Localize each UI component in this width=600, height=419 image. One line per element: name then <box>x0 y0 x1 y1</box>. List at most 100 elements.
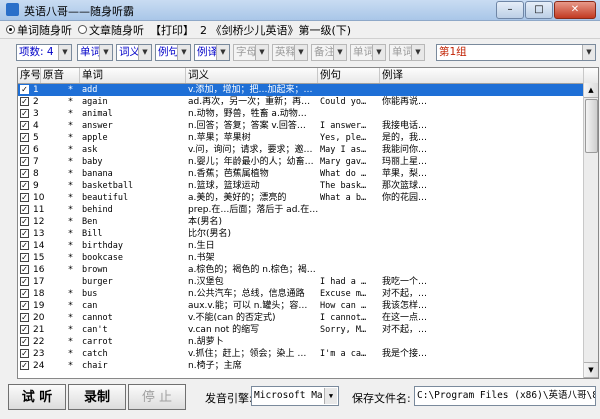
scroll-down-icon[interactable]: ▼ <box>584 362 598 378</box>
row-checkbox[interactable]: ✓ <box>20 277 29 286</box>
row-checkbox[interactable]: ✓ <box>20 85 29 94</box>
table-row[interactable]: ✓ 9 * basketball n.篮球，篮球运动 The bask… 那次篮球… <box>18 180 598 192</box>
article-mode-radio[interactable]: 文章随身听 <box>78 22 144 38</box>
column-select-5[interactable]: 字母 ▼ <box>233 44 269 61</box>
row-audio-mark: * <box>68 85 73 95</box>
row-example: Could yo… <box>320 97 367 107</box>
header-example[interactable]: 例句 <box>318 68 380 83</box>
row-checkbox[interactable]: ✓ <box>20 145 29 154</box>
table-row[interactable]: ✓ 19 * can aux.v.能；可以 n.罐头；容… How can … 我该怎样… <box>18 300 598 312</box>
row-checkbox[interactable]: ✓ <box>20 361 29 370</box>
row-checkbox[interactable]: ✓ <box>20 217 29 226</box>
table-row[interactable]: ✓ 7 * baby n.婴儿；年龄最小的人；幼畜… Mary gav… 玛丽上星… <box>18 156 598 168</box>
table-row[interactable]: ✓ 13 * Bill 比尔(男名) <box>18 228 598 240</box>
row-word: add <box>82 85 98 95</box>
row-index: 14 <box>33 241 45 251</box>
row-checkbox[interactable]: ✓ <box>20 337 29 346</box>
column-select-9-value: 单词 <box>392 46 413 58</box>
table-row[interactable]: ✓ 17 burger n.汉堡包 I had a … 我吃一个… <box>18 276 598 288</box>
row-checkbox[interactable]: ✓ <box>20 349 29 358</box>
row-example-translation <box>380 228 440 240</box>
listen-button[interactable]: 试 听 <box>8 384 66 410</box>
item-count-select[interactable]: 项数: 4 ▼ <box>16 44 72 61</box>
header-meaning[interactable]: 词义 <box>186 68 318 83</box>
column-select-3[interactable]: 例句 ▼ <box>155 44 191 61</box>
column-select-5-value: 字母 <box>236 46 257 58</box>
save-filename-input[interactable]: C:\Program Files (x86)\英语八哥\8gefile <box>414 386 596 406</box>
stop-button[interactable]: 停 止 <box>128 384 186 410</box>
record-button[interactable]: 录制 <box>68 384 126 410</box>
header-index[interactable]: 序号 <box>18 68 41 83</box>
maximize-button[interactable]: □ <box>525 1 553 19</box>
column-select-7[interactable]: 备注 ▼ <box>311 44 347 61</box>
row-checkbox[interactable]: ✓ <box>20 133 29 142</box>
row-checkbox[interactable]: ✓ <box>20 169 29 178</box>
row-checkbox[interactable]: ✓ <box>20 121 29 130</box>
print-menu[interactable]: 【打印】 <box>150 22 194 38</box>
scroll-up-icon[interactable]: ▲ <box>584 83 598 98</box>
row-checkbox[interactable]: ✓ <box>20 289 29 298</box>
row-checkbox[interactable]: ✓ <box>20 157 29 166</box>
column-select-9[interactable]: 单词 ▼ <box>389 44 425 61</box>
word-mode-radio[interactable]: 单词随身听 <box>6 22 72 38</box>
chevron-down-icon: ▼ <box>411 45 424 60</box>
table-row[interactable]: ✓ 22 * carrot n.胡萝卜 <box>18 336 598 348</box>
row-word: again <box>82 97 108 107</box>
table-row[interactable]: ✓ 3 * animal n.动物，野兽，牲畜 a.动物… <box>18 108 598 120</box>
table-row[interactable]: ✓ 21 * can't v.can not 的缩写 Sorry, M… 对不起，… <box>18 324 598 336</box>
table-row[interactable]: ✓ 15 * bookcase n.书架 <box>18 252 598 264</box>
table-row[interactable]: ✓ 8 * banana n.香蕉；芭蕉属植物 What do … 苹果，梨… <box>18 168 598 180</box>
scroll-thumb[interactable] <box>585 99 598 153</box>
table-row[interactable]: ✓ 23 * catch v.抓住；赶上；领会；染上 … I'm a ca… 我是个接… <box>18 348 598 360</box>
header-word[interactable]: 单词 <box>80 68 186 83</box>
column-select-4[interactable]: 例译 ▼ <box>194 44 230 61</box>
column-select-1[interactable]: 单词 ▼ <box>77 44 113 61</box>
item-count-value: 项数: 4 <box>19 46 54 58</box>
word-mode-label: 单词随身听 <box>17 23 72 37</box>
table-row[interactable]: ✓ 11 * behind prep.在…后面；落后于 ad.在… <box>18 204 598 216</box>
row-index: 5 <box>33 133 39 143</box>
row-checkbox[interactable]: ✓ <box>20 205 29 214</box>
table-row[interactable]: ✓ 10 * beautiful a.美的，美好的；漂亮的 What a b… 你的花园… <box>18 192 598 204</box>
row-checkbox[interactable]: ✓ <box>20 181 29 190</box>
table-row[interactable]: ✓ 4 * answer n.回答；答复；答案 v.回答… I answer… 我接电话… <box>18 120 598 132</box>
column-select-6[interactable]: 英释 ▼ <box>272 44 308 61</box>
row-checkbox[interactable]: ✓ <box>20 229 29 238</box>
row-checkbox[interactable]: ✓ <box>20 301 29 310</box>
row-meaning: n.生日 <box>188 241 215 251</box>
row-meaning: 本(男名) <box>188 217 223 227</box>
table-row[interactable]: ✓ 2 * again ad.再次，另一次；重新；再… Could yo… 你能再说… <box>18 96 598 108</box>
group-select[interactable]: 第1组 ▼ <box>436 44 596 61</box>
table-row[interactable]: ✓ 24 * chair n.椅子；主席 <box>18 360 598 372</box>
row-checkbox[interactable]: ✓ <box>20 193 29 202</box>
table-row[interactable]: ✓ 1 * add v.添加，增加；把…加起来；… <box>18 84 598 96</box>
row-example: I cannot… <box>320 313 367 323</box>
table-row[interactable]: ✓ 14 * birthday n.生日 <box>18 240 598 252</box>
table-row[interactable]: ✓ 18 * bus n.公共汽车；总线，信息通路 Excuse m… 对不起，… <box>18 288 598 300</box>
row-checkbox[interactable]: ✓ <box>20 97 29 106</box>
column-select-2[interactable]: 词义 ▼ <box>116 44 152 61</box>
app-icon <box>6 3 19 16</box>
row-checkbox[interactable]: ✓ <box>20 313 29 322</box>
book-menu[interactable]: 2 《剑桥少儿英语》第一级(下) <box>200 22 351 38</box>
row-checkbox[interactable]: ✓ <box>20 253 29 262</box>
table-row[interactable]: ✓ 16 * brown a.棕色的；褐色的 n.棕色；褐… <box>18 264 598 276</box>
vertical-scrollbar[interactable]: ▲ ▼ <box>583 83 598 378</box>
table-row[interactable]: ✓ 5 * apple n.苹果；苹果树 Yes, ple… 是的，我… <box>18 132 598 144</box>
minimize-button[interactable]: – <box>496 1 524 19</box>
row-word: beautiful <box>82 193 129 203</box>
engine-select[interactable]: Microsoft Mary ▼ <box>251 386 339 406</box>
table-row[interactable]: ✓ 20 * cannot v.不能(can 的否定式) I cannot… 在这一点… <box>18 312 598 324</box>
row-checkbox[interactable]: ✓ <box>20 325 29 334</box>
row-checkbox[interactable]: ✓ <box>20 265 29 274</box>
header-audio[interactable]: 原音 <box>41 68 80 83</box>
row-checkbox[interactable]: ✓ <box>20 241 29 250</box>
word-table[interactable]: 序号 原音 单词 词义 例句 例译 ✓ 1 * add v.添加，增加；把…加起来；… ✓… <box>17 67 599 379</box>
row-audio-mark: * <box>68 97 73 107</box>
header-example-translation[interactable]: 例译 <box>380 68 584 83</box>
row-checkbox[interactable]: ✓ <box>20 109 29 118</box>
table-row[interactable]: ✓ 12 * Ben 本(男名) <box>18 216 598 228</box>
close-button[interactable]: ✕ <box>554 1 596 19</box>
column-select-8[interactable]: 单词 ▼ <box>350 44 386 61</box>
table-row[interactable]: ✓ 6 * ask v.问，询问；请求，要求；邀… May I as… 我能问你… <box>18 144 598 156</box>
